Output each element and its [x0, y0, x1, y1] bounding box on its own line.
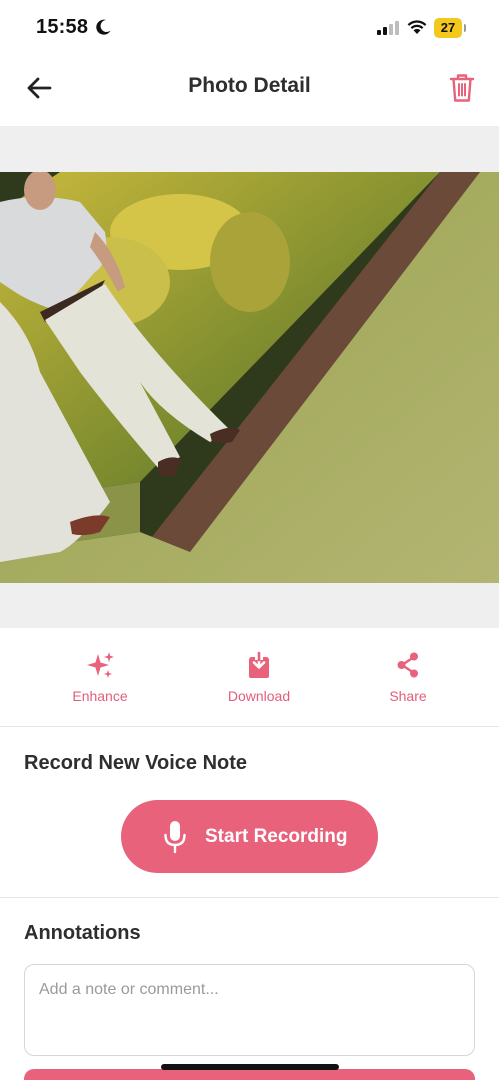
annotation-input[interactable] — [24, 964, 475, 1056]
voice-note-title: Record New Voice Note — [24, 752, 248, 774]
moon-icon — [96, 19, 111, 35]
voice-note-section: Record New Voice Note Start Recording — [0, 727, 499, 898]
battery-cap — [464, 24, 466, 32]
cellular-signal-icon — [377, 21, 399, 35]
save-annotation-button[interactable] — [24, 1069, 475, 1080]
app-header: Photo Detail — [0, 58, 499, 126]
photo-image[interactable] — [0, 172, 499, 583]
delete-button[interactable] — [446, 70, 478, 106]
status-time: 15:58 — [36, 16, 89, 38]
photo-container — [0, 126, 499, 628]
enhance-label: Enhance — [72, 688, 128, 704]
share-icon — [397, 652, 418, 678]
battery-indicator: 27 — [434, 18, 466, 38]
download-icon — [249, 651, 269, 678]
start-recording-label: Start Recording — [205, 826, 348, 847]
trash-icon — [449, 74, 475, 102]
photo-actions: Enhance Download Share — [0, 628, 499, 727]
battery-level: 27 — [440, 20, 456, 35]
start-recording-button[interactable]: Start Recording — [121, 800, 378, 873]
photo-detail-screen: 15:58 27 Photo Detail Enhance Download S… — [0, 0, 499, 1080]
sparkles-icon — [87, 652, 114, 678]
page-title: Photo Detail — [188, 74, 311, 97]
download-button[interactable]: Download — [199, 650, 319, 710]
share-label: Share — [389, 688, 427, 704]
share-button[interactable]: Share — [348, 650, 468, 710]
download-label: Download — [227, 688, 291, 704]
status-bar: 15:58 27 — [0, 0, 499, 58]
home-indicator — [161, 1064, 339, 1070]
wifi-icon — [407, 20, 427, 34]
microphone-icon — [164, 821, 186, 854]
enhance-button[interactable]: Enhance — [40, 650, 160, 710]
photo-illustration — [0, 172, 499, 583]
annotations-title: Annotations — [24, 922, 141, 944]
